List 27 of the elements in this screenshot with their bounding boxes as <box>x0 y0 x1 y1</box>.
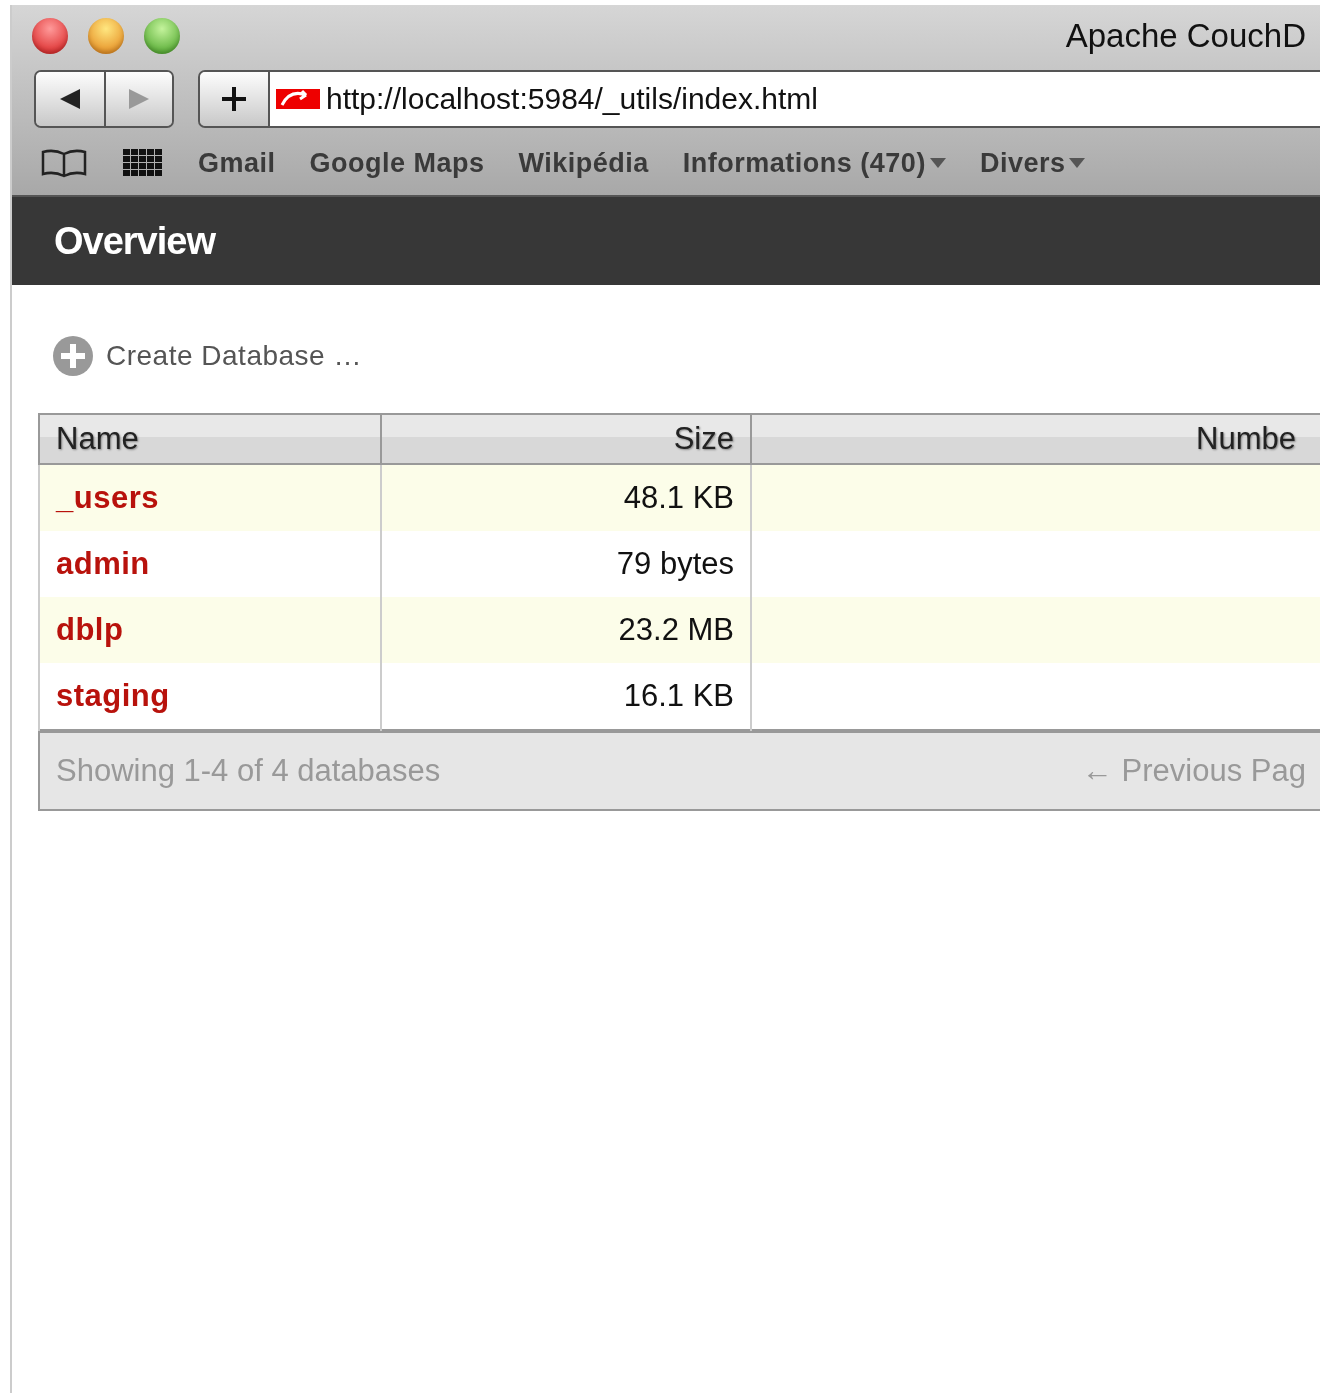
size-cell: 23.2 MB <box>381 597 751 663</box>
zoom-button[interactable] <box>144 18 180 54</box>
forward-button[interactable] <box>104 72 172 126</box>
column-header[interactable]: Numbe <box>751 414 1320 464</box>
bookmark-menu[interactable]: Informations (470) <box>682 147 946 179</box>
create-database-link[interactable]: Create Database … <box>38 325 376 387</box>
caret-icon <box>929 157 946 169</box>
page-title: Overview <box>54 219 215 263</box>
column-header[interactable]: Size <box>381 414 751 464</box>
database-link[interactable]: dblp <box>39 597 381 663</box>
back-arrow-icon <box>58 87 82 111</box>
grid-icon[interactable] <box>122 148 164 178</box>
bookmark-menu[interactable]: Divers <box>979 147 1086 179</box>
size-cell: 48.1 KB <box>381 464 751 531</box>
bookmark-link[interactable]: Gmail <box>198 147 276 179</box>
pagination-summary: Showing 1-4 of 4 databases <box>56 753 441 789</box>
forward-arrow-icon <box>127 87 151 111</box>
caret-icon <box>1069 157 1086 169</box>
close-button[interactable] <box>32 18 68 54</box>
bookmark-link[interactable]: Wikipédia <box>518 147 649 179</box>
bookmark-link[interactable]: Google Maps <box>309 147 485 179</box>
window-title: Apache CouchD <box>1065 17 1306 55</box>
back-button[interactable] <box>36 72 104 126</box>
plus-circle-icon <box>52 335 94 377</box>
column-header[interactable]: Name <box>39 414 381 464</box>
database-link[interactable]: _users <box>39 464 381 531</box>
book-icon[interactable] <box>40 148 88 178</box>
